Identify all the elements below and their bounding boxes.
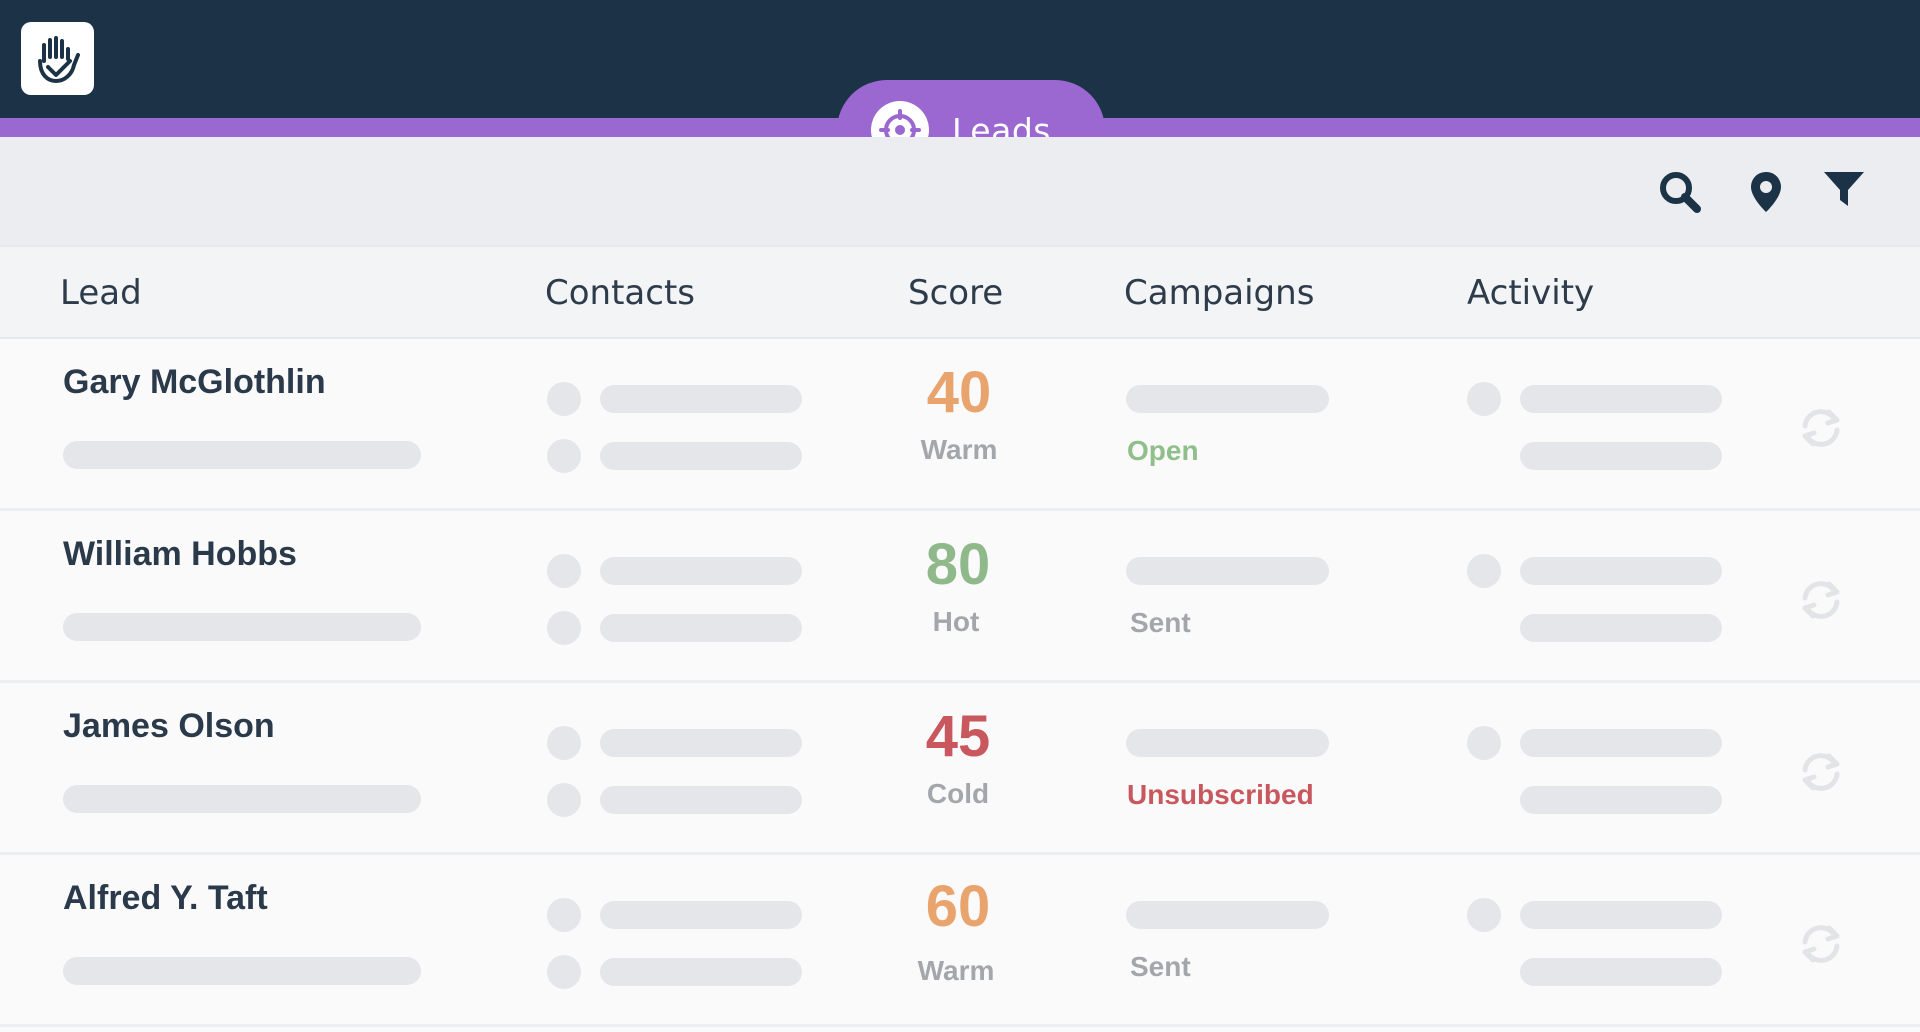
app-logo[interactable]: [21, 22, 94, 95]
contact-name-placeholder: [600, 385, 802, 413]
lead-detail-placeholder: [63, 613, 421, 641]
refresh-button[interactable]: [1796, 575, 1846, 625]
filter-icon: [1824, 172, 1864, 206]
column-header-activity[interactable]: Activity: [1467, 273, 1594, 313]
activity-placeholder: [1520, 729, 1722, 757]
refresh-button[interactable]: [1796, 403, 1846, 453]
contact-name-placeholder: [600, 442, 802, 470]
activity-placeholder: [1520, 958, 1722, 986]
column-header-contacts[interactable]: Contacts: [545, 273, 695, 313]
refresh-icon: [1802, 925, 1840, 963]
contact-name-placeholder: [600, 901, 802, 929]
contact-avatar-placeholder: [547, 554, 581, 588]
location-button[interactable]: [1741, 167, 1791, 217]
contact-avatar-placeholder: [547, 382, 581, 416]
campaign-name-placeholder: [1126, 385, 1329, 413]
activity-icon-placeholder: [1467, 726, 1501, 760]
lead-detail-placeholder: [63, 441, 421, 469]
lead-detail-placeholder: [63, 957, 421, 985]
contact-avatar-placeholder: [547, 726, 581, 760]
contact-name-placeholder: [600, 614, 802, 642]
activity-placeholder: [1520, 442, 1722, 470]
contact-avatar-placeholder: [547, 611, 581, 645]
column-header-score[interactable]: Score: [908, 273, 1003, 313]
score-value: 60: [925, 874, 991, 939]
hand-logo-icon: [37, 35, 80, 83]
contact-name-placeholder: [600, 729, 802, 757]
score-value: 80: [925, 532, 991, 597]
search-button[interactable]: [1655, 167, 1705, 217]
campaign-status: Sent: [1130, 951, 1191, 982]
activity-icon-placeholder: [1467, 898, 1501, 932]
refresh-icon: [1802, 581, 1840, 619]
contact-avatar-placeholder: [547, 783, 581, 817]
score-label: Warm: [917, 955, 995, 986]
contact-avatar-placeholder: [547, 955, 581, 989]
campaign-status: Open: [1127, 435, 1199, 466]
refresh-icon: [1802, 409, 1840, 447]
lead-name[interactable]: Alfred Y. Taft: [63, 879, 268, 918]
activity-icon-placeholder: [1467, 382, 1501, 416]
contact-name-placeholder: [600, 958, 802, 986]
refresh-button[interactable]: [1796, 747, 1846, 797]
score-label: Warm: [920, 434, 998, 465]
score-value: 40: [926, 360, 992, 425]
search-icon: [1660, 172, 1701, 213]
toolbar: [0, 137, 1920, 245]
campaign-name-placeholder: [1126, 557, 1329, 585]
activity-placeholder: [1520, 385, 1722, 413]
lead-detail-placeholder: [63, 785, 421, 813]
score-label: Hot: [932, 606, 980, 637]
activity-icon-placeholder: [1467, 554, 1501, 588]
contact-avatar-placeholder: [547, 898, 581, 932]
campaign-status: Unsubscribed: [1127, 779, 1314, 810]
table-row[interactable]: Alfred Y. Taft 60 Warm Sent: [0, 855, 1920, 1027]
table-header: Lead Contacts Score Campaigns Activity: [0, 245, 1920, 339]
lead-name[interactable]: James Olson: [63, 707, 275, 746]
activity-placeholder: [1520, 901, 1722, 929]
table-row[interactable]: William Hobbs 80 Hot Sent: [0, 511, 1920, 683]
refresh-button[interactable]: [1796, 919, 1846, 969]
campaign-name-placeholder: [1126, 729, 1329, 757]
score-value: 45: [925, 704, 991, 769]
table-row[interactable]: James Olson 45 Cold Unsubscribed: [0, 683, 1920, 855]
campaign-name-placeholder: [1126, 901, 1329, 929]
column-header-lead[interactable]: Lead: [60, 273, 142, 313]
contact-avatar-placeholder: [547, 439, 581, 473]
column-header-campaigns[interactable]: Campaigns: [1124, 273, 1314, 313]
campaign-status: Sent: [1130, 607, 1191, 638]
lead-name[interactable]: William Hobbs: [63, 535, 297, 574]
score-label: Cold: [926, 778, 990, 809]
activity-placeholder: [1520, 557, 1722, 585]
map-pin-icon: [1751, 172, 1781, 212]
filter-button[interactable]: [1819, 165, 1869, 215]
activity-placeholder: [1520, 614, 1722, 642]
contact-name-placeholder: [600, 786, 802, 814]
refresh-icon: [1802, 753, 1840, 791]
lead-name[interactable]: Gary McGlothlin: [63, 363, 326, 402]
activity-placeholder: [1520, 786, 1722, 814]
table-row[interactable]: Gary McGlothlin 40 Warm Open: [0, 339, 1920, 511]
contact-name-placeholder: [600, 557, 802, 585]
